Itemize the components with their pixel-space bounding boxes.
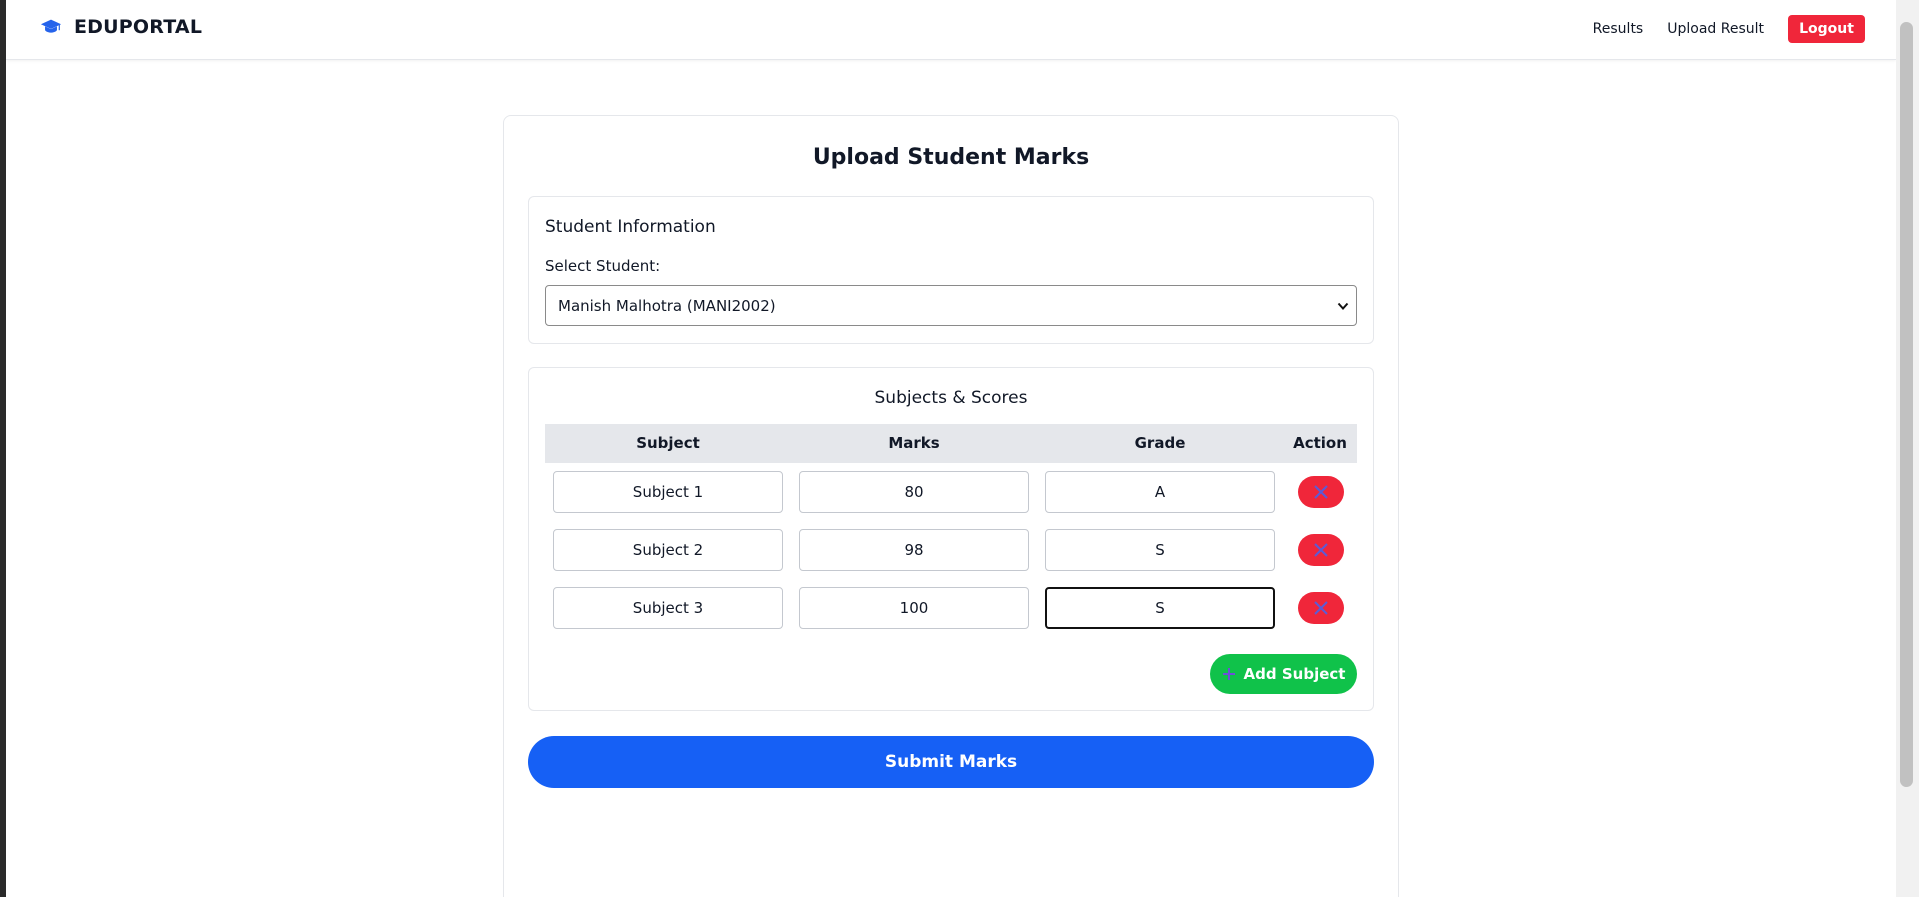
subjects-section: Subjects & Scores Subject Marks Grade Ac… (528, 367, 1374, 711)
table-header: Subject Marks Grade Action (545, 424, 1357, 463)
table-row: Subject 2 98 S (545, 521, 1357, 579)
graduation-cap-icon (40, 19, 62, 33)
grade-input[interactable]: S (1045, 587, 1275, 629)
student-info-section: Student Information Select Student: Mani… (528, 196, 1374, 344)
grade-input[interactable]: A (1045, 471, 1275, 513)
remove-subject-button[interactable] (1298, 476, 1344, 508)
chevron-down-icon (1337, 302, 1349, 310)
subjects-table: Subject Marks Grade Action Subject 1 80 … (545, 424, 1357, 637)
plus-icon (1222, 668, 1235, 680)
navbar: EDUPORTAL Results Upload Result Logout (6, 0, 1896, 60)
brand-name: EDUPORTAL (74, 16, 203, 38)
subject-input[interactable]: Subject 3 (553, 587, 783, 629)
add-subject-label: Add Subject (1243, 665, 1346, 683)
table-row: Subject 1 80 A (545, 463, 1357, 521)
nav-link-upload-result[interactable]: Upload Result (1667, 21, 1764, 37)
scrollbar-thumb[interactable] (1900, 22, 1913, 787)
brand[interactable]: EDUPORTAL (40, 16, 202, 38)
upload-marks-card: Upload Student Marks Student Information… (503, 115, 1399, 897)
marks-input[interactable]: 80 (799, 471, 1029, 513)
remove-subject-button[interactable] (1298, 534, 1344, 566)
subject-input[interactable]: Subject 1 (553, 471, 783, 513)
marks-input[interactable]: 98 (799, 529, 1029, 571)
close-icon (1314, 601, 1328, 615)
student-select-value: Manish Malhotra (MANI2002) (558, 297, 776, 315)
subjects-heading: Subjects & Scores (874, 388, 1028, 408)
page-title: Upload Student Marks (812, 145, 1090, 170)
nav-link-results[interactable]: Results (1593, 21, 1644, 37)
select-student-label: Select Student: (545, 257, 661, 275)
nav-links: Results Upload Result Logout (1593, 15, 1865, 43)
subject-input[interactable]: Subject 2 (553, 529, 783, 571)
logout-button[interactable]: Logout (1788, 15, 1865, 43)
column-header-subject: Subject (636, 434, 700, 452)
table-row: Subject 3 100 S (545, 579, 1357, 637)
add-subject-button[interactable]: Add Subject (1210, 654, 1357, 694)
student-info-heading: Student Information (545, 217, 716, 237)
column-header-grade: Grade (1134, 434, 1186, 452)
column-header-action: Action (1293, 434, 1347, 452)
page-viewport: EDUPORTAL Results Upload Result Logout U… (6, 0, 1896, 897)
grade-input[interactable]: S (1045, 529, 1275, 571)
submit-marks-button[interactable]: Submit Marks (528, 736, 1374, 788)
column-header-marks: Marks (888, 434, 940, 452)
close-icon (1314, 485, 1328, 499)
remove-subject-button[interactable] (1298, 592, 1344, 624)
student-select[interactable]: Manish Malhotra (MANI2002) (545, 285, 1357, 326)
marks-input[interactable]: 100 (799, 587, 1029, 629)
close-icon (1314, 543, 1328, 557)
